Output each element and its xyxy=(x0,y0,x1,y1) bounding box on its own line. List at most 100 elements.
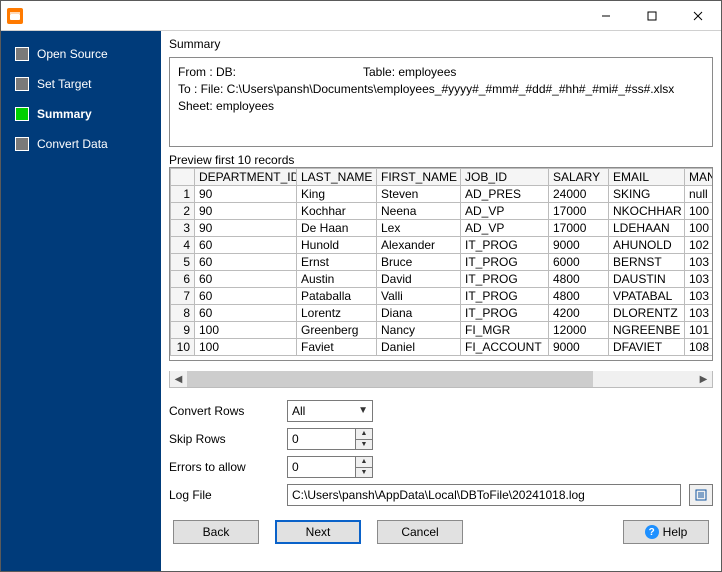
browse-log-button[interactable] xyxy=(689,484,713,506)
table-row[interactable]: 290KochharNeenaAD_VP17000NKOCHHAR100 xyxy=(171,203,714,220)
spinner-down-icon[interactable]: ▼ xyxy=(356,440,372,450)
table-cell: null xyxy=(685,186,714,203)
sidebar-item-summary[interactable]: Summary xyxy=(9,105,153,123)
table-cell: 24000 xyxy=(549,186,609,203)
scroll-track[interactable] xyxy=(187,371,695,387)
row-number: 10 xyxy=(171,339,195,356)
table-cell: Lex xyxy=(377,220,461,237)
table-cell: NGREENBE xyxy=(609,322,685,339)
table-cell: NKOCHHAR xyxy=(609,203,685,220)
table-cell: IT_PROG xyxy=(461,271,549,288)
table-cell: Kochhar xyxy=(297,203,377,220)
scroll-left-arrow-icon[interactable]: ◀ xyxy=(170,371,187,388)
sidebar-item-set-target[interactable]: Set Target xyxy=(9,75,153,93)
table-cell: David xyxy=(377,271,461,288)
table-cell: DAUSTIN xyxy=(609,271,685,288)
table-cell: Lorentz xyxy=(297,305,377,322)
table-cell: Faviet xyxy=(297,339,377,356)
table-row[interactable]: 660AustinDavidIT_PROG4800DAUSTIN103 xyxy=(171,271,714,288)
log-file-input[interactable]: C:\Users\pansh\AppData\Local\DBToFile\20… xyxy=(287,484,681,506)
table-cell: 17000 xyxy=(549,203,609,220)
table-cell: 60 xyxy=(195,305,297,322)
table-row[interactable]: 9100GreenbergNancyFI_MGR12000NGREENBE101 xyxy=(171,322,714,339)
sidebar-item-open-source[interactable]: Open Source xyxy=(9,45,153,63)
errors-spinner[interactable]: 0 ▲ ▼ xyxy=(287,456,373,478)
errors-value: 0 xyxy=(292,460,299,474)
help-button[interactable]: ? Help xyxy=(623,520,709,544)
summary-heading: Summary xyxy=(169,37,713,51)
table-cell: 103 xyxy=(685,305,714,322)
table-row[interactable]: 860LorentzDianaIT_PROG4200DLORENTZ103 xyxy=(171,305,714,322)
table-cell: 4800 xyxy=(549,271,609,288)
close-button[interactable] xyxy=(675,1,721,31)
table-cell: 100 xyxy=(685,203,714,220)
spinner-down-icon[interactable]: ▼ xyxy=(356,468,372,478)
table-cell: 6000 xyxy=(549,254,609,271)
table-cell: Alexander xyxy=(377,237,461,254)
table-row[interactable]: 760PataballaValliIT_PROG4800VPATABAL103 xyxy=(171,288,714,305)
table-row[interactable]: 560ErnstBruceIT_PROG6000BERNST103 xyxy=(171,254,714,271)
column-header[interactable]: JOB_ID xyxy=(461,169,549,186)
horizontal-scrollbar[interactable]: ◀ ▶ xyxy=(169,371,713,388)
sidebar-item-convert-data[interactable]: Convert Data xyxy=(9,135,153,153)
table-cell: IT_PROG xyxy=(461,305,549,322)
table-row[interactable]: 460HunoldAlexanderIT_PROG9000AHUNOLD102 xyxy=(171,237,714,254)
table-cell: 60 xyxy=(195,254,297,271)
file-icon xyxy=(694,488,708,502)
column-header[interactable]: FIRST_NAME xyxy=(377,169,461,186)
column-header[interactable]: MANAG xyxy=(685,169,714,186)
table-cell: 100 xyxy=(195,322,297,339)
convert-rows-select[interactable]: All ▼ xyxy=(287,400,373,422)
column-header[interactable]: SALARY xyxy=(549,169,609,186)
scroll-thumb[interactable] xyxy=(187,371,593,387)
convert-rows-label: Convert Rows xyxy=(169,404,279,418)
table-cell: Ernst xyxy=(297,254,377,271)
column-header[interactable]: LAST_NAME xyxy=(297,169,377,186)
table-cell: BERNST xyxy=(609,254,685,271)
column-header[interactable]: EMAIL xyxy=(609,169,685,186)
table-cell: 90 xyxy=(195,186,297,203)
preview-table[interactable]: DEPARTMENT_ID LAST_NAME FIRST_NAME JOB_I… xyxy=(169,167,713,361)
spinner-up-icon[interactable]: ▲ xyxy=(356,457,372,468)
table-cell: 12000 xyxy=(549,322,609,339)
convert-rows-value: All xyxy=(292,404,305,418)
table-cell: IT_PROG xyxy=(461,288,549,305)
table-row[interactable]: 390De HaanLexAD_VP17000LDEHAAN100 xyxy=(171,220,714,237)
table-cell: Steven xyxy=(377,186,461,203)
sidebar-item-label: Set Target xyxy=(37,77,91,91)
cancel-button[interactable]: Cancel xyxy=(377,520,463,544)
next-button[interactable]: Next xyxy=(275,520,361,544)
table-cell: 100 xyxy=(195,339,297,356)
scroll-right-arrow-icon[interactable]: ▶ xyxy=(695,371,712,388)
table-cell: 102 xyxy=(685,237,714,254)
log-file-value: C:\Users\pansh\AppData\Local\DBToFile\20… xyxy=(292,488,585,502)
button-label: Next xyxy=(306,525,331,539)
table-row[interactable]: 190KingStevenAD_PRES24000SKINGnull xyxy=(171,186,714,203)
back-button[interactable]: Back xyxy=(173,520,259,544)
table-header-row: DEPARTMENT_ID LAST_NAME FIRST_NAME JOB_I… xyxy=(171,169,714,186)
table-row[interactable]: 10100FavietDanielFI_ACCOUNT9000DFAVIET10… xyxy=(171,339,714,356)
row-number: 6 xyxy=(171,271,195,288)
table-cell: Nancy xyxy=(377,322,461,339)
row-number: 2 xyxy=(171,203,195,220)
errors-label: Errors to allow xyxy=(169,460,279,474)
sidebar-item-label: Convert Data xyxy=(37,137,108,151)
table-cell: Pataballa xyxy=(297,288,377,305)
table-cell: Greenberg xyxy=(297,322,377,339)
table-cell: AD_VP xyxy=(461,220,549,237)
table-cell: Hunold xyxy=(297,237,377,254)
skip-rows-value: 0 xyxy=(292,432,299,446)
table-cell: 103 xyxy=(685,254,714,271)
table-cell: DFAVIET xyxy=(609,339,685,356)
button-bar: Back Next Cancel ? Help xyxy=(169,512,713,546)
column-header[interactable]: DEPARTMENT_ID xyxy=(195,169,297,186)
skip-rows-spinner[interactable]: 0 ▲ ▼ xyxy=(287,428,373,450)
minimize-button[interactable] xyxy=(583,1,629,31)
maximize-button[interactable] xyxy=(629,1,675,31)
table-cell: 90 xyxy=(195,203,297,220)
table-cell: 4800 xyxy=(549,288,609,305)
summary-table: Table: employees xyxy=(363,64,456,81)
table-cell: 100 xyxy=(685,220,714,237)
spinner-up-icon[interactable]: ▲ xyxy=(356,429,372,440)
table-cell: VPATABAL xyxy=(609,288,685,305)
